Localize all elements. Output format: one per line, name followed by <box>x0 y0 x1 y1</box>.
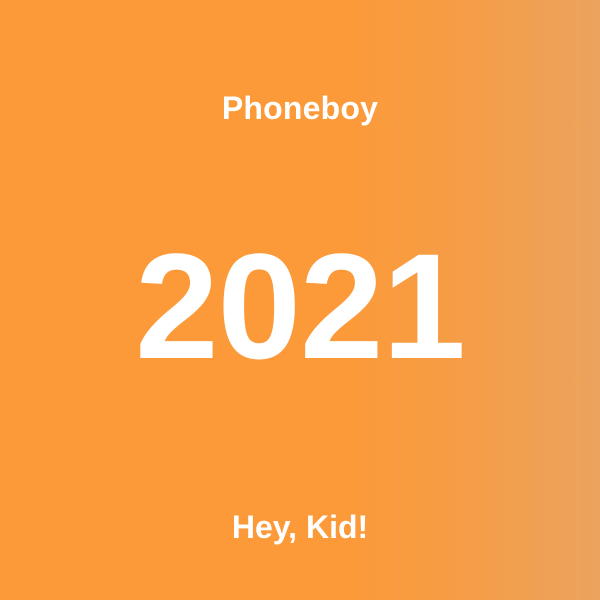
album-cover: Phoneboy 2021 Hey, Kid! <box>0 0 600 600</box>
album-title: Hey, Kid! <box>231 509 369 545</box>
release-year: 2021 <box>135 222 466 390</box>
artist-name: Phoneboy <box>221 90 379 126</box>
